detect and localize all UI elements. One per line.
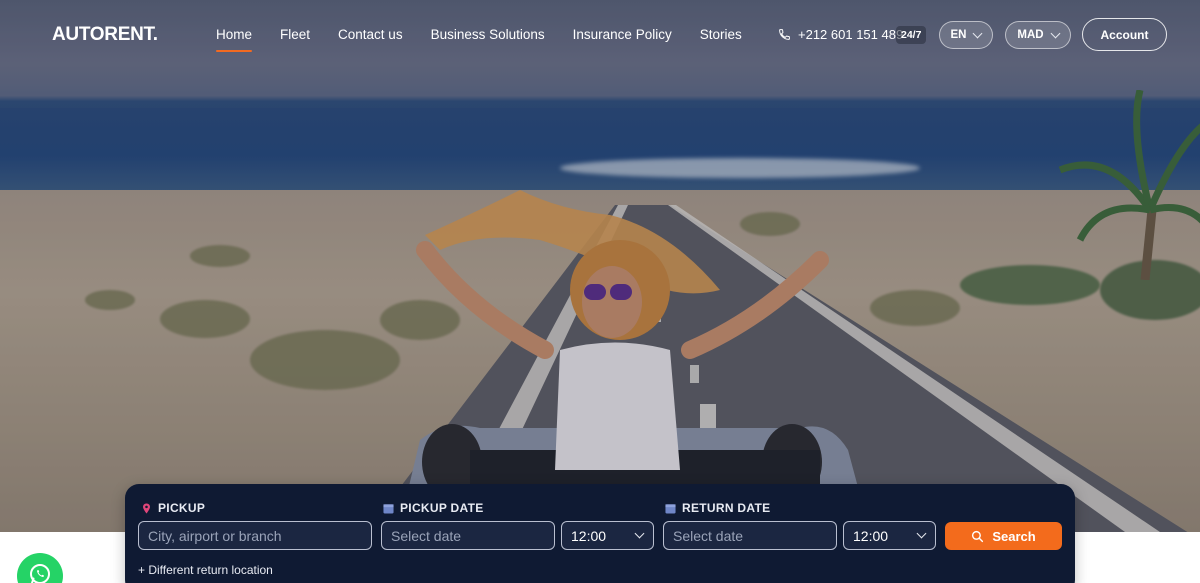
chevron-down-icon <box>916 528 927 539</box>
pickup-time-select[interactable]: 12:00 <box>561 521 654 550</box>
whatsapp-icon <box>30 564 50 583</box>
return-date-placeholder: Select date <box>673 527 744 544</box>
language-selector[interactable]: EN <box>939 21 993 49</box>
availability-badge: 24/7 <box>896 26 927 44</box>
return-date-input[interactable]: Select date <box>663 521 837 550</box>
whatsapp-button[interactable] <box>17 553 63 583</box>
pickup-date-placeholder: Select date <box>391 527 462 544</box>
different-return-location-link[interactable]: + Different return location <box>138 563 273 577</box>
nav-link-fleet[interactable]: Fleet <box>280 27 310 42</box>
pickup-location-placeholder: City, airport or branch <box>148 527 282 544</box>
main-nav: Home Fleet Contact us Business Solutions… <box>216 27 770 52</box>
search-button[interactable]: Search <box>945 522 1062 550</box>
hero-image <box>0 0 1200 532</box>
currency-selector[interactable]: MAD <box>1005 21 1071 49</box>
phone-link[interactable]: +212 601 151 489 <box>778 27 903 42</box>
phone-icon <box>779 29 790 40</box>
return-time-value: 12:00 <box>853 527 889 544</box>
nav-link-stories[interactable]: Stories <box>700 27 742 42</box>
calendar-icon <box>665 503 676 514</box>
calendar-icon <box>383 503 394 514</box>
pickup-date-label-group: PICKUP DATE <box>383 501 484 515</box>
nav-link-home[interactable]: Home <box>216 27 253 52</box>
map-pin-icon <box>143 502 150 514</box>
booking-search-panel: PICKUP PICKUP DATE RETURN DATE City, air… <box>125 484 1075 583</box>
pickup-location-input[interactable]: City, airport or branch <box>138 521 372 550</box>
return-time-select[interactable]: 12:00 <box>843 521 936 550</box>
nav-link-insurance-policy[interactable]: Insurance Policy <box>573 27 672 42</box>
language-value: EN <box>950 29 967 41</box>
search-icon <box>972 530 984 542</box>
return-date-label: RETURN DATE <box>682 501 771 515</box>
pickup-time-value: 12:00 <box>571 527 607 544</box>
nav-link-business-solutions[interactable]: Business Solutions <box>431 27 545 42</box>
chevron-down-icon <box>634 528 645 539</box>
return-date-label-group: RETURN DATE <box>665 501 770 515</box>
chevron-down-icon <box>973 28 983 38</box>
chevron-down-icon <box>1050 28 1061 38</box>
pickup-date-input[interactable]: Select date <box>381 521 555 550</box>
phone-number: +212 601 151 489 <box>798 27 904 42</box>
currency-value: MAD <box>1017 29 1044 41</box>
pickup-date-label: PICKUP DATE <box>400 501 484 515</box>
pickup-label: PICKUP <box>158 501 206 515</box>
search-button-label: Search <box>992 528 1036 544</box>
top-navbar: AUTORENT. Home Fleet Contact us Business… <box>0 0 1200 70</box>
pickup-label-group: PICKUP <box>141 501 205 515</box>
hero-overlay <box>0 0 1200 532</box>
account-button[interactable]: Account <box>1082 18 1167 51</box>
nav-link-contact[interactable]: Contact us <box>338 27 403 42</box>
brand-logo[interactable]: AUTORENT. <box>52 24 158 46</box>
